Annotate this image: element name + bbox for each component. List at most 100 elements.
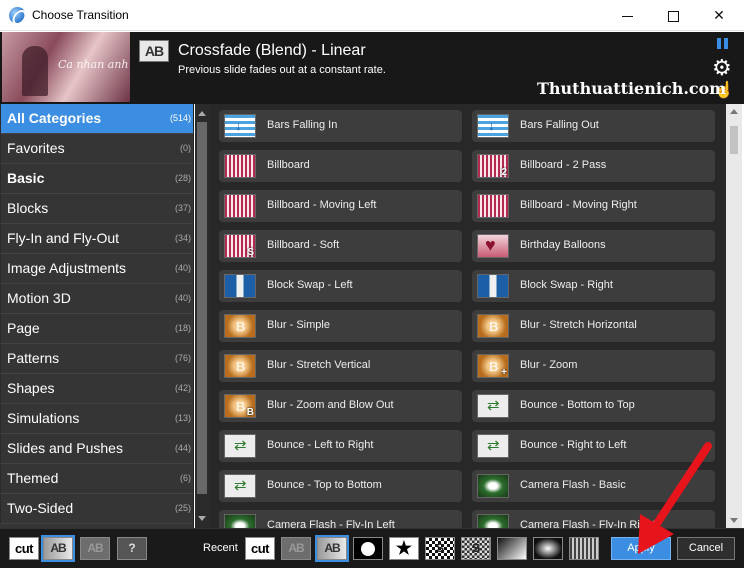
transition-item[interactable]: Birthday Balloons xyxy=(472,230,715,262)
transition-item[interactable]: S Billboard - Soft xyxy=(219,230,462,262)
transition-item[interactable]: Billboard - Moving Left xyxy=(219,190,462,222)
transition-label: Bounce - Right to Left xyxy=(520,439,627,451)
transition-item[interactable]: Blur - Simple xyxy=(219,310,462,342)
bounce-icon xyxy=(224,474,256,498)
recent-stripes-button[interactable] xyxy=(569,537,599,560)
recent-ab-button[interactable]: AB xyxy=(315,535,349,562)
transition-preview-image[interactable]: Ca nhan anh xyxy=(2,32,130,102)
app-logo-icon xyxy=(9,7,26,24)
help-button[interactable]: ? xyxy=(117,537,147,560)
category-item[interactable]: Page (18) xyxy=(0,314,193,344)
category-item[interactable]: Favorites (0) xyxy=(0,134,193,164)
recent-checker-button[interactable]: S xyxy=(425,537,455,560)
category-label: Favorites xyxy=(7,140,65,156)
ab-transition-icon: AB xyxy=(139,40,169,62)
recent-cut-button[interactable]: cut xyxy=(245,537,275,560)
category-count: (76) xyxy=(174,353,191,363)
transition-item[interactable]: Bounce - Left to Right xyxy=(219,430,462,462)
category-label: Two-Sided xyxy=(7,500,74,516)
cancel-button[interactable]: Cancel xyxy=(677,537,735,560)
transition-label: Billboard - Soft xyxy=(267,239,340,251)
transition-item[interactable]: Blur - Stretch Vertical xyxy=(219,350,462,382)
transition-label: Billboard - 2 Pass xyxy=(520,159,607,171)
recent-ab-dim-button[interactable]: AB xyxy=(281,537,311,560)
minimize-button[interactable] xyxy=(604,0,650,31)
category-item[interactable]: Simulations (13) xyxy=(0,404,193,434)
filter-cut-button[interactable]: cut xyxy=(9,537,39,560)
filter-ab-button[interactable]: AB xyxy=(41,535,75,562)
category-item[interactable]: Fly-In and Fly-Out (34) xyxy=(0,224,193,254)
transition-item[interactable]: Block Swap - Left xyxy=(219,270,462,302)
transition-item[interactable]: Block Swap - Right xyxy=(472,270,715,302)
scroll-down-icon[interactable] xyxy=(730,518,738,523)
category-item[interactable]: Slides and Pushes (44) xyxy=(0,434,193,464)
transition-item[interactable]: Bounce - Right to Left xyxy=(472,430,715,462)
billboard-icon xyxy=(477,194,509,218)
scroll-up-icon[interactable] xyxy=(198,111,206,116)
bounce-icon xyxy=(477,434,509,458)
category-count: (514) xyxy=(169,113,191,123)
transition-item[interactable]: Bounce - Bottom to Top xyxy=(472,390,715,422)
category-item[interactable]: Shapes (42) xyxy=(0,374,193,404)
transition-item[interactable]: Camera Flash - Fly-In Left xyxy=(219,510,462,528)
transition-label: Bounce - Bottom to Top xyxy=(520,399,635,411)
transition-item[interactable]: 2 Billboard - 2 Pass xyxy=(472,150,715,182)
scrollbar-thumb[interactable] xyxy=(197,122,207,494)
transition-item[interactable]: Billboard xyxy=(219,150,462,182)
category-count: (18) xyxy=(174,323,191,333)
close-button[interactable]: ✕ xyxy=(696,0,742,31)
transition-item[interactable]: B Blur - Zoom and Blow Out xyxy=(219,390,462,422)
transition-item[interactable]: Bars Falling In xyxy=(219,110,462,142)
transition-label: Bounce - Left to Right xyxy=(267,439,374,451)
category-label: Page xyxy=(7,320,40,336)
category-label: Themed xyxy=(7,470,59,486)
category-item[interactable]: All Categories (514) xyxy=(0,104,193,134)
category-item[interactable]: Two-Sided (25) xyxy=(0,494,193,524)
recent-star-button[interactable]: ★ xyxy=(389,537,419,560)
category-item[interactable]: Blocks (37) xyxy=(0,194,193,224)
category-count: (28) xyxy=(174,173,191,183)
transition-description: Previous slide fades out at a constant r… xyxy=(178,64,386,76)
transition-item[interactable]: Billboard - Moving Right xyxy=(472,190,715,222)
billboard-icon xyxy=(224,154,256,178)
category-item[interactable]: Image Adjustments (40) xyxy=(0,254,193,284)
scroll-up-icon[interactable] xyxy=(730,109,738,114)
transition-item[interactable]: Blur - Stretch Horizontal xyxy=(472,310,715,342)
category-item[interactable]: Motion 3D (40) xyxy=(0,284,193,314)
bars-icon xyxy=(224,114,256,138)
block-swap-icon xyxy=(477,274,509,298)
category-item[interactable]: Basic (28) xyxy=(0,164,193,194)
transition-item[interactable]: Bounce - Top to Bottom xyxy=(219,470,462,502)
apply-button[interactable]: Apply xyxy=(611,537,671,560)
scrollbar-thumb[interactable] xyxy=(730,126,738,154)
recent-gradient-button[interactable] xyxy=(497,537,527,560)
category-label: Fly-In and Fly-Out xyxy=(7,230,120,246)
category-item[interactable]: Patterns (76) xyxy=(0,344,193,374)
gear-icon[interactable]: ⚙ xyxy=(712,57,734,79)
recent-checker-soft-button[interactable]: S xyxy=(461,537,491,560)
category-label: All Categories xyxy=(7,110,102,126)
transition-label: Block Swap - Right xyxy=(520,279,613,291)
blur-icon xyxy=(224,314,256,338)
transition-label: Blur - Simple xyxy=(267,319,330,331)
grid-scrollbar[interactable] xyxy=(726,104,742,528)
maximize-button[interactable] xyxy=(650,0,696,31)
pause-icon[interactable] xyxy=(717,38,728,49)
recent-circle-button[interactable] xyxy=(353,537,383,560)
balloon-icon xyxy=(477,234,509,258)
maximize-icon xyxy=(667,10,679,22)
transition-item[interactable]: Camera Flash - Fly-In Right xyxy=(472,510,715,528)
blur-icon xyxy=(477,314,509,338)
transition-label: Camera Flash - Basic xyxy=(520,479,626,491)
sidebar-scrollbar[interactable] xyxy=(195,104,209,528)
filter-ab-dim-button[interactable]: AB xyxy=(80,537,110,560)
transition-item[interactable]: Bars Falling Out xyxy=(472,110,715,142)
scroll-down-icon[interactable] xyxy=(198,516,206,521)
transition-item[interactable]: Camera Flash - Basic xyxy=(472,470,715,502)
recent-radial-button[interactable] xyxy=(533,537,563,560)
category-item[interactable]: Themed (6) xyxy=(0,464,193,494)
window-title: Choose Transition xyxy=(32,8,129,22)
block-swap-icon xyxy=(224,274,256,298)
transition-item[interactable]: + Blur - Zoom xyxy=(472,350,715,382)
transition-label: Billboard xyxy=(267,159,310,171)
